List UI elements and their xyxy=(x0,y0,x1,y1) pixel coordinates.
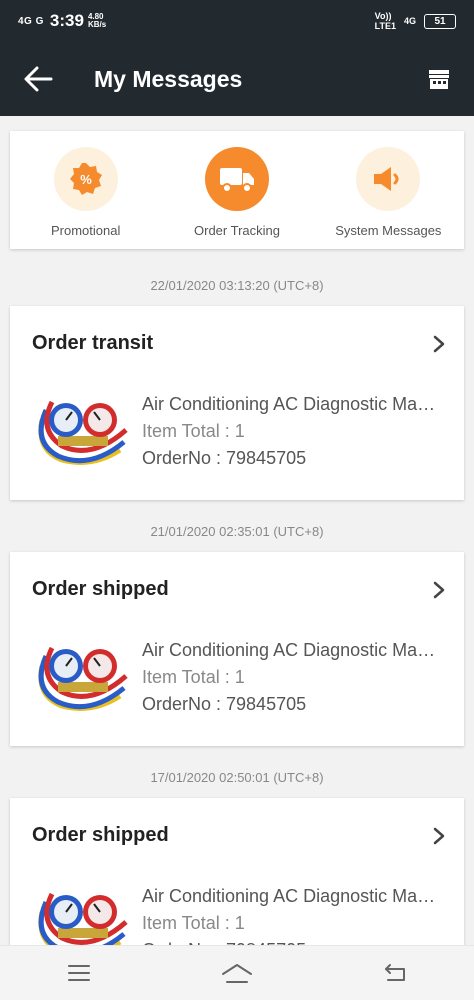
menu-button[interactable] xyxy=(49,953,109,993)
arrow-left-icon xyxy=(24,66,53,92)
product-name: Air Conditioning AC Diagnostic Manifold … xyxy=(142,640,442,660)
message-title: Order transit xyxy=(32,332,154,354)
message-title: Order shipped xyxy=(32,824,169,846)
volte-indicator: Vo)) LTE1 xyxy=(374,11,396,31)
category-promotional[interactable]: % Promotional xyxy=(10,131,161,249)
network-type: 4G xyxy=(403,16,416,26)
item-total: Item Total : 1 xyxy=(142,421,245,441)
system-back-button[interactable] xyxy=(365,953,425,993)
message-timestamp: 22/01/2020 03:13:20 (UTC+8) xyxy=(150,278,324,293)
chevron-right-icon xyxy=(433,581,445,599)
product-name: Air Conditioning AC Diagnostic Manifold … xyxy=(142,886,442,906)
category-label: System Messages xyxy=(335,223,442,238)
shop-button[interactable] xyxy=(404,42,474,116)
order-number: OrderNo : 79845705 xyxy=(142,448,307,468)
message-timestamp: 17/01/2020 02:50:01 (UTC+8) xyxy=(150,770,324,785)
product-thumbnail xyxy=(38,400,128,465)
category-label: Order Tracking xyxy=(194,223,280,238)
message-categories: % Promotional Order Tracking System Mess… xyxy=(10,131,464,249)
chevron-right-icon xyxy=(433,335,445,353)
message-card[interactable]: Order shipped Air Conditioning AC Diagno… xyxy=(10,552,464,746)
category-system-messages[interactable]: System Messages xyxy=(313,131,464,249)
menu-icon xyxy=(68,965,90,981)
network-speed: 4.80 KB/s xyxy=(87,12,107,29)
storefront-icon xyxy=(429,70,449,89)
product-name: Air Conditioning AC Diagnostic Manifold … xyxy=(142,394,442,414)
speaker-icon xyxy=(374,167,399,191)
order-number: OrderNo : 79845705 xyxy=(142,694,307,714)
message-title: Order shipped xyxy=(32,578,169,600)
discount-badge-icon: % xyxy=(69,163,102,195)
system-nav-bar xyxy=(0,945,474,1000)
chevron-right-icon xyxy=(433,827,445,845)
item-total: Item Total : 1 xyxy=(142,667,245,687)
status-bar: 4G G 3:39 4.80 KB/s Vo)) LTE1 4G 51 xyxy=(0,0,474,42)
signal-indicator: 4G G xyxy=(18,15,44,27)
svg-text:%: % xyxy=(80,172,92,187)
page-title: My Messages xyxy=(94,65,243,92)
app-bar: My Messages xyxy=(0,42,474,116)
category-order-tracking[interactable]: Order Tracking xyxy=(161,131,312,249)
back-icon xyxy=(385,964,405,981)
home-button[interactable] xyxy=(207,953,267,993)
back-button[interactable] xyxy=(0,42,76,116)
category-label: Promotional xyxy=(50,223,121,238)
product-thumbnail xyxy=(38,646,128,711)
home-icon xyxy=(222,964,252,983)
message-timestamp: 21/01/2020 02:35:01 (UTC+8) xyxy=(150,524,324,539)
truck-icon xyxy=(219,168,254,193)
message-card[interactable]: Order transit Air Conditioning AC Diagno… xyxy=(10,306,464,500)
clock: 3:39 xyxy=(49,11,84,30)
item-total: Item Total : 1 xyxy=(142,913,245,933)
battery-icon: 51 xyxy=(424,13,456,29)
